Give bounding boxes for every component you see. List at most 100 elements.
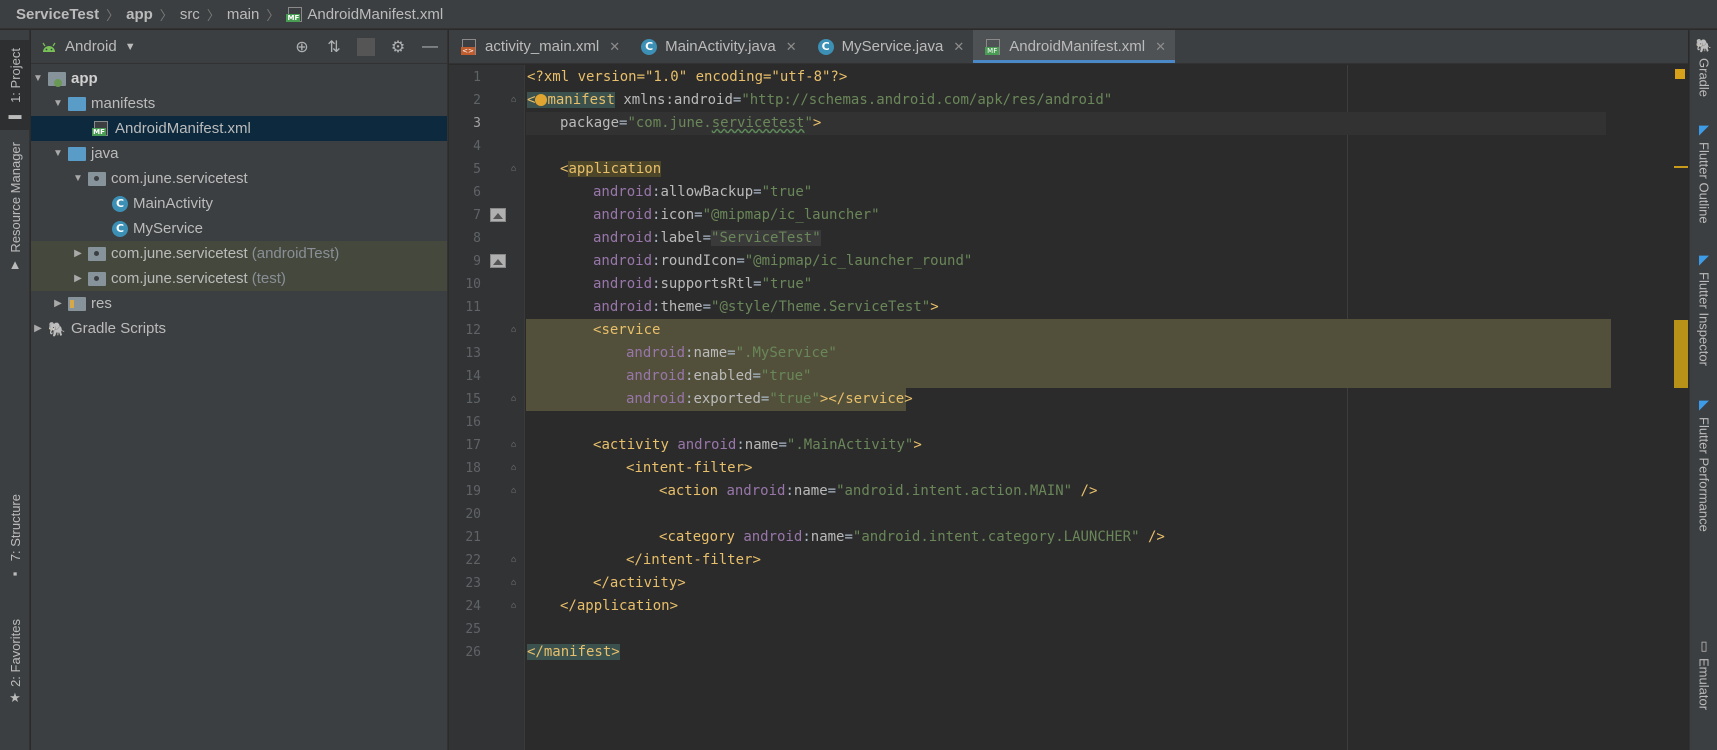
error-stripe[interactable]: [1674, 65, 1688, 750]
warning-status-icon[interactable]: [1675, 69, 1685, 79]
line-number: 13: [465, 346, 481, 361]
tree-item-manifests[interactable]: ▼ manifests: [31, 91, 447, 116]
lightbulb-icon[interactable]: [535, 94, 548, 106]
tool-tab-resource-manager[interactable]: Resource Manager ▲: [0, 142, 30, 272]
breadcrumb-main[interactable]: main: [227, 6, 260, 23]
breadcrumb-separator-icon: 〉: [266, 7, 280, 23]
tab-android-manifest-xml[interactable]: MF AndroidManifest.xml ✕: [973, 30, 1176, 63]
attr-value: "@mipmap/ic_launcher_round": [744, 253, 973, 269]
expanded-arrow-icon[interactable]: ▼: [71, 173, 85, 184]
tool-tab-structure[interactable]: 7: Structure ▪: [0, 490, 30, 585]
tree-item-android-manifest[interactable]: MF AndroidManifest.xml: [31, 116, 447, 141]
tree-item-main-activity[interactable]: C MainActivity: [31, 191, 447, 216]
flutter-icon: ◤: [1699, 252, 1709, 267]
tab-label: MainActivity.java: [665, 38, 776, 55]
tool-tab-favorites[interactable]: 2: Favorites ★: [0, 605, 30, 720]
attr-name: name: [693, 345, 728, 361]
locate-icon[interactable]: ⊕: [293, 37, 311, 57]
fold-marker-icon[interactable]: ⌂: [511, 388, 516, 411]
breadcrumb-module[interactable]: app: [126, 6, 153, 23]
folder-icon: ▬: [8, 106, 22, 122]
tree-item-package-android-test[interactable]: ▶ com.june.servicetest (androidTest): [31, 241, 447, 266]
namespace: android: [593, 230, 653, 246]
code-line: android:theme="@style/Theme.ServiceTest"…: [593, 299, 939, 315]
layout-xml-icon: <>: [461, 38, 477, 55]
collapsed-arrow-icon[interactable]: ▶: [71, 248, 85, 259]
stripe-marker[interactable]: [1674, 320, 1688, 388]
tab-activity-main-xml[interactable]: <> activity_main.xml ✕: [449, 30, 629, 63]
collapsed-arrow-icon[interactable]: ▶: [51, 298, 65, 309]
line-number: 19: [465, 484, 481, 499]
close-icon[interactable]: ✕: [609, 39, 620, 55]
attr-value: ".MyService": [735, 345, 837, 361]
attr-name: supportsRtl: [660, 276, 754, 292]
tree-item-gradle-scripts[interactable]: ▶ 🐘 Gradle Scripts: [31, 316, 447, 341]
code-area[interactable]: 1 2 3 4 5 6 7 8 9 10 11 12 13 14 15 16 1…: [449, 65, 1688, 750]
collapsed-arrow-icon[interactable]: ▶: [31, 323, 45, 334]
tool-tab-resource-manager-label: Resource Manager: [7, 142, 23, 253]
expanded-arrow-icon[interactable]: ▼: [51, 148, 65, 159]
gradle-icon: 🐘: [48, 320, 66, 337]
tool-tab-gradle[interactable]: 🐘 Gradle: [1690, 38, 1717, 97]
tree-item-res[interactable]: ▶ res: [31, 291, 447, 316]
fold-marker-icon[interactable]: ⌂: [511, 480, 516, 503]
tool-tab-project[interactable]: 1: Project ▬: [0, 40, 30, 130]
stripe-marker[interactable]: [1674, 166, 1688, 168]
tab-my-service-java[interactable]: C MyService.java ✕: [806, 30, 974, 63]
line-number: 25: [465, 622, 481, 637]
line-number: 4: [473, 139, 481, 154]
tree-item-label: manifests: [91, 95, 156, 112]
line-number: 11: [465, 300, 481, 315]
fold-marker-icon[interactable]: ⌂: [511, 434, 516, 457]
close-icon[interactable]: ✕: [953, 39, 964, 55]
tree-item-label: AndroidManifest.xml: [115, 120, 251, 137]
namespace: android: [726, 483, 786, 499]
code-lines[interactable]: <?xml version="1.0" encoding="utf-8"?> <…: [526, 65, 1688, 750]
fold-marker-icon[interactable]: ⌂: [511, 158, 516, 181]
code-line: <service: [593, 322, 661, 338]
image-preview-icon[interactable]: [490, 254, 506, 268]
breadcrumb-project[interactable]: ServiceTest: [16, 6, 99, 23]
fold-marker-icon[interactable]: ⌂: [511, 572, 516, 595]
tree-item-suffix: (androidTest): [251, 245, 340, 262]
tree-item-my-service[interactable]: C MyService: [31, 216, 447, 241]
breadcrumb-src[interactable]: src: [180, 6, 200, 23]
image-preview-icon[interactable]: [490, 208, 506, 222]
folder-icon: [68, 146, 86, 161]
close-icon[interactable]: ✕: [786, 39, 797, 55]
tree-item-package-main[interactable]: ▼ com.june.servicetest: [31, 166, 447, 191]
tree-item-java[interactable]: ▼ java: [31, 141, 447, 166]
tool-tab-emulator[interactable]: ▯ Emulator: [1690, 638, 1717, 710]
attr-value: "true": [761, 184, 813, 200]
project-tree: ▼ app ▼ manifests MF AndroidManifest.xml…: [31, 64, 447, 341]
xml-declaration: <?xml version="1.0" encoding="utf-8"?>: [527, 69, 848, 85]
module-folder-icon: [48, 71, 66, 87]
hide-icon[interactable]: —: [421, 38, 439, 56]
gear-icon[interactable]: ⚙: [389, 37, 407, 57]
expanded-arrow-icon[interactable]: ▼: [31, 73, 45, 84]
attr-value: "@style/Theme.ServiceTest": [711, 299, 931, 315]
fold-marker-icon[interactable]: ⌂: [511, 595, 516, 618]
close-icon[interactable]: ✕: [1155, 39, 1166, 55]
collapsed-arrow-icon[interactable]: ▶: [71, 273, 85, 284]
namespace: android: [593, 299, 653, 315]
tool-tab-flutter-inspector[interactable]: ◤ Flutter Inspector: [1690, 252, 1717, 366]
project-view-select[interactable]: Android ▼: [65, 38, 136, 55]
tool-tab-flutter-outline[interactable]: ◤ Flutter Outline: [1690, 122, 1717, 224]
collapse-all-icon[interactable]: ⇅: [325, 37, 343, 57]
tab-main-activity-java[interactable]: C MainActivity.java ✕: [629, 30, 806, 63]
breadcrumb-file[interactable]: MF AndroidManifest.xml: [286, 6, 443, 23]
tool-tab-structure-label: 7: Structure: [7, 494, 23, 562]
tree-item-app[interactable]: ▼ app: [31, 66, 447, 91]
code-line: <category android:name="android.intent.c…: [659, 529, 1165, 545]
fold-marker-icon[interactable]: ⌂: [511, 319, 516, 342]
namespace: android: [626, 391, 686, 407]
fold-marker-icon[interactable]: ⌂: [511, 457, 516, 480]
tool-tab-flutter-performance[interactable]: ◤ Flutter Performance: [1690, 397, 1717, 532]
manifest-file-icon: MF: [985, 38, 1001, 55]
expanded-arrow-icon[interactable]: ▼: [51, 98, 65, 109]
fold-marker-icon[interactable]: ⌂: [511, 89, 516, 112]
fold-marker-icon[interactable]: ⌂: [511, 549, 516, 572]
tree-item-package-test[interactable]: ▶ com.june.servicetest (test): [31, 266, 447, 291]
line-number: 3: [473, 116, 481, 131]
